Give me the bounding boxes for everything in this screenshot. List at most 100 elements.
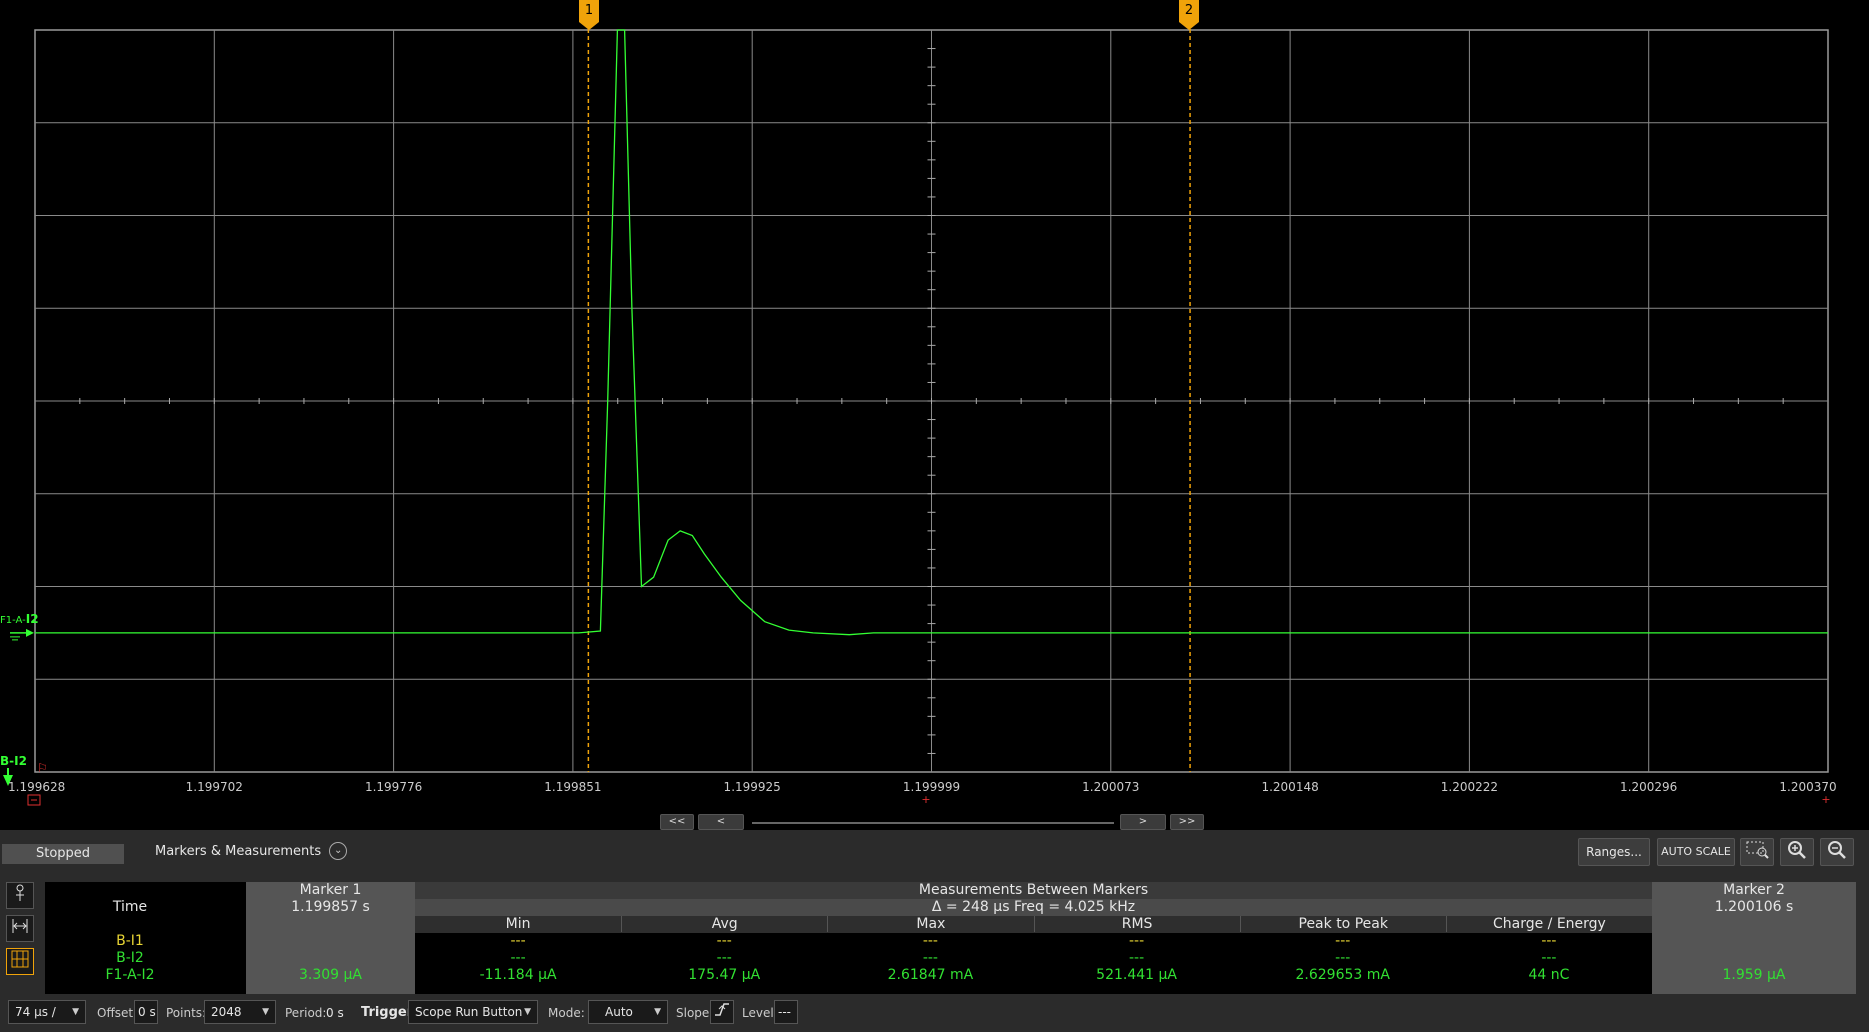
mode-select[interactable]: Auto ▼: [588, 1000, 668, 1024]
scope-display[interactable]: ⚐ + + 1.199628 1.199702 1.199776 1.199851 1.19…: [0, 0, 1869, 837]
measurement-value: ---: [510, 950, 526, 966]
measure-span-icon[interactable]: [6, 915, 34, 942]
measurement-value: 521.441 μA: [1096, 967, 1177, 983]
row-name: F1-A-I2: [105, 967, 155, 983]
mode-label: Mode:: [548, 1006, 585, 1020]
measurement-value: ---: [716, 950, 732, 966]
measurement-value: ---: [922, 950, 938, 966]
measurement-value: ---: [716, 933, 732, 949]
scroll-next-button[interactable]: >: [1120, 814, 1166, 830]
trigger-label: Trigger: [361, 1005, 414, 1020]
scroll-last-button[interactable]: >>: [1170, 814, 1204, 830]
timebase-value: 74 μs /: [15, 1005, 56, 1019]
x-tick-label: 1.199702: [185, 780, 243, 794]
measurement-value: ---: [1129, 950, 1145, 966]
x-tick-label: 1.199851: [544, 780, 602, 794]
measurement-value: ---: [1335, 933, 1351, 949]
measurement-value: ---: [1335, 950, 1351, 966]
x-tick-label: 1.200073: [1082, 780, 1140, 794]
offset-field[interactable]: 0 s: [134, 1000, 158, 1024]
measurement-value: -11.184 μA: [479, 967, 557, 983]
marker-1-label: 1: [579, 0, 599, 22]
trigger-icon: ⚐: [37, 761, 48, 775]
row-name: B-I2: [116, 950, 144, 966]
trace-label-f1-a-i2[interactable]: F1-A-I2: [0, 612, 39, 626]
chevron-down-icon: ▼: [654, 1007, 661, 1017]
slope-rising-icon[interactable]: [710, 1000, 734, 1024]
x-tick-label: 1.199628: [8, 780, 66, 794]
chevron-down-icon: ▼: [524, 1007, 531, 1017]
mode-value: Auto: [605, 1005, 633, 1019]
marker-tool-icon[interactable]: [6, 882, 34, 909]
chevron-down-icon: ▼: [72, 1007, 79, 1017]
level-label: Level:: [742, 1006, 778, 1020]
period-value: 0 s: [326, 1006, 344, 1020]
column-header: Min: [505, 916, 531, 932]
x-tick-label: 1.199776: [364, 780, 423, 794]
x-tick-label: 1.200296: [1620, 780, 1678, 794]
measurement-value: ---: [1129, 933, 1145, 949]
marker-2-flag[interactable]: 2: [1179, 0, 1199, 30]
points-select[interactable]: 2048 ▼: [204, 1000, 276, 1024]
ranges-button[interactable]: Ranges...: [1578, 838, 1650, 866]
chevron-down-icon[interactable]: ⌄: [329, 842, 348, 860]
marker-2-title: Marker 2: [1723, 882, 1785, 898]
x-tick-label: 1.200222: [1440, 780, 1499, 794]
scroll-first-button[interactable]: <<: [660, 814, 694, 830]
points-value: 2048: [211, 1005, 242, 1019]
center-tick-marker: +: [921, 793, 930, 806]
measurement-value: 44 nC: [1528, 967, 1570, 983]
x-tick-label: 1.199925: [723, 780, 781, 794]
time-label: Time: [112, 899, 148, 915]
between-subtitle: Δ = 248 μs Freq = 4.025 kHz: [931, 899, 1136, 915]
grid-view-icon[interactable]: [6, 948, 34, 975]
between-title: Measurements Between Markers: [918, 882, 1149, 898]
measurement-value: 2.61847 mA: [887, 967, 974, 983]
marker-1-value: 3.309 μA: [298, 967, 362, 983]
scope-grid[interactable]: ⚐ + +: [0, 0, 1869, 830]
zoom-in-icon[interactable]: [1780, 838, 1814, 866]
scroll-prev-button[interactable]: <: [698, 814, 744, 830]
column-header: RMS: [1033, 916, 1240, 932]
x-tick-label: 1.200370: [1779, 780, 1837, 794]
x-tick-label: 1.199999: [902, 780, 961, 794]
panel-header: Stopped Markers & Measurements ⌄ Ranges.…: [0, 830, 1869, 880]
measurement-value: ---: [922, 933, 938, 949]
timebase-select[interactable]: 74 μs / ▼: [8, 1000, 86, 1024]
markers-measurements-label: Markers & Measurements: [155, 843, 322, 859]
acquisition-toolbar: 74 μs / ▼ Offset: 0 s Points: 2048 ▼ Perio…: [0, 994, 1869, 1032]
trace-label-b-i2[interactable]: B-I2: [0, 754, 27, 768]
trigger-select[interactable]: Scope Run Button ▼: [408, 1000, 538, 1024]
slope-label: Slope:: [676, 1006, 714, 1020]
offset-label: Offset:: [97, 1006, 138, 1020]
measurement-value: ---: [510, 933, 526, 949]
markers-measurements-toggle[interactable]: Markers & Measurements ⌄: [155, 842, 348, 860]
marker-1-time: 1.199857 s: [291, 899, 370, 915]
trace-label-prefix: F1-A-: [0, 615, 26, 626]
marker-2-label: 2: [1179, 0, 1199, 22]
column-header: Max: [827, 916, 1033, 932]
points-label: Points:: [166, 1006, 207, 1020]
zoom-out-icon[interactable]: [1820, 838, 1854, 866]
trigger-value: Scope Run Button: [415, 1005, 523, 1019]
row-name: B-I1: [116, 933, 144, 949]
level-field[interactable]: ---: [774, 1000, 798, 1024]
chevron-down-icon: ▼: [262, 1007, 269, 1017]
column-header: Charge / Energy: [1445, 916, 1652, 932]
measurement-value: 175.47 μA: [688, 967, 761, 983]
column-header: Avg: [621, 916, 827, 932]
period-label: Period:: [285, 1006, 327, 1020]
end-tick-marker: +: [1821, 793, 1830, 806]
column-header: Peak to Peak: [1239, 916, 1446, 932]
marker-2-time: 1.200106 s: [1714, 899, 1794, 915]
x-tick-label: 1.200148: [1261, 780, 1319, 794]
marker-2-value: 1.959 μA: [1722, 967, 1786, 983]
auto-scale-button[interactable]: AUTO SCALE: [1657, 838, 1735, 866]
zoom-region-icon[interactable]: [1740, 838, 1774, 866]
status-indicator: Stopped: [2, 844, 124, 864]
trace-label-main: I2: [25, 612, 39, 626]
measurement-value: 2.629653 mA: [1295, 967, 1390, 983]
marker-1-flag[interactable]: 1: [579, 0, 599, 30]
scroll-track[interactable]: [752, 822, 1138, 837]
marker-1-title: Marker 1: [299, 882, 362, 898]
